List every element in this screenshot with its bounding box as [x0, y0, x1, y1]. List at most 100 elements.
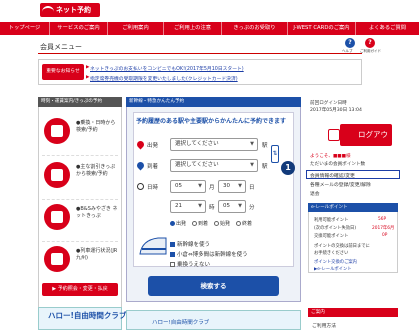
- user-greeting-sub: ただいまの会員ポイント数: [310, 162, 366, 167]
- important-notice-badge: 重要なお知らせ: [42, 64, 84, 80]
- nav-top[interactable]: トップページ: [0, 22, 50, 35]
- radio-icon: [214, 221, 219, 226]
- guide-icon[interactable]: ?: [365, 38, 375, 48]
- help-usage-link[interactable]: ご利用方法: [312, 322, 336, 329]
- user-greeting: ようこそ、■■■様: [310, 154, 351, 159]
- nav-card[interactable]: J-WEST CARDのご案内: [288, 22, 356, 35]
- club-banner-center-text: ハロー!自由時間クラブ: [152, 320, 210, 326]
- nav-services[interactable]: サービスのご案内: [50, 22, 108, 35]
- notice-link-deadline[interactable]: 指定席券売機の受取期限を変更いたしました(クレジットカード決済): [90, 75, 238, 82]
- minute-unit: 分: [249, 205, 255, 211]
- arrival-station-select[interactable]: 選択してください ▼: [170, 159, 258, 172]
- option-no-transfer[interactable]: 乗換うえない: [170, 260, 210, 268]
- option-label: 乗換うえない: [177, 262, 211, 268]
- left-menu-heading: 時刻・運賃案内/きっぷの予約: [38, 97, 122, 107]
- day-select[interactable]: 30 ▼: [218, 180, 246, 193]
- nav-ticket-pickup[interactable]: きっぷのお受取り: [222, 22, 288, 35]
- account-link-email[interactable]: 各種メールの登録/変更/解除: [310, 181, 371, 188]
- page-title: 会員メニュー: [40, 43, 82, 51]
- left-item-search[interactable]: ●乗換・日時から検索/予約: [42, 110, 118, 156]
- bus-icon: [44, 204, 70, 230]
- points-row-label: (次のポイント失効日): [314, 226, 357, 231]
- search-lead: 予約履歴のある駅や主要駅からかんたんに予約できます: [136, 118, 287, 125]
- last-login-time: 2017年05月30日 13:04: [310, 108, 362, 113]
- left-item-label: ●列車運行状況(JR九州): [76, 248, 118, 261]
- arrival-label: 到着: [147, 164, 159, 170]
- arrival-value: 選択してください: [175, 162, 219, 168]
- left-item-bus[interactable]: ●B&Sみやざき ネットきっぷ: [42, 196, 118, 242]
- points-row-label: 利用可能ポイント: [314, 218, 349, 223]
- left-item-label: ●主な割引きっぷから検索/予約: [76, 164, 116, 177]
- points-row-value: 0P: [382, 233, 388, 238]
- chevron-down-icon: ▼: [238, 203, 242, 209]
- train-icon: [44, 246, 70, 272]
- points-note: ポイントの交換は前日までに: [314, 244, 370, 249]
- discount-ticket-icon: [44, 162, 70, 188]
- departure-station-select[interactable]: 選択してください ▼: [170, 138, 258, 151]
- mode-radio-departure[interactable]: 出発: [170, 220, 186, 227]
- mode-label: 終着: [242, 221, 253, 227]
- notice-bullet-icon: ▶: [86, 75, 90, 80]
- mode-radio-last[interactable]: 終着: [236, 220, 252, 227]
- option-shinkansen[interactable]: 新幹線を使う: [170, 240, 210, 248]
- hour-select[interactable]: 21 ▼: [170, 200, 206, 213]
- step-marker-badge: 1: [281, 161, 295, 175]
- radio-icon: [236, 221, 241, 226]
- notice-link-convenience[interactable]: ネットきっぷのお支払いをコンビニでもOK!(2017年5月10日スタート): [90, 65, 244, 72]
- mode-label: 始発: [220, 221, 231, 227]
- mode-label: 到着: [198, 221, 209, 227]
- logout-icon: [328, 129, 340, 141]
- title-divider: [38, 53, 362, 54]
- chevron-down-icon: ▼: [250, 141, 254, 147]
- points-info-link[interactable]: ▶e-レールポイント: [314, 266, 352, 272]
- clock-icon: [137, 183, 144, 190]
- points-exchange-link[interactable]: ポイント交換のご案内: [314, 259, 357, 265]
- minute-value: 05: [223, 203, 230, 209]
- departure-value: 選択してください: [175, 141, 219, 147]
- search-button[interactable]: 検索する: [148, 276, 279, 296]
- chevron-down-icon: ▼: [250, 162, 254, 168]
- profile-link-highlight: [306, 170, 400, 179]
- mode-radio-arrival[interactable]: 到着: [192, 220, 208, 227]
- mode-radio-first[interactable]: 始発: [214, 220, 230, 227]
- day-value: 30: [223, 183, 230, 189]
- shinkansen-icon: [139, 237, 167, 255]
- train-ticket-icon: [44, 118, 70, 144]
- mode-label: 出発: [176, 221, 187, 227]
- checkbox-icon: [170, 252, 175, 257]
- option-label: 新幹線を使う: [177, 242, 211, 248]
- month-unit: 月: [209, 185, 215, 191]
- nav-faq[interactable]: よくあるご質問: [356, 22, 419, 35]
- chevron-down-icon: ▼: [238, 183, 242, 189]
- chevron-down-icon: ▼: [198, 203, 202, 209]
- guide-label[interactable]: ご利用ガイド: [360, 49, 381, 54]
- minute-select[interactable]: 05 ▼: [218, 200, 246, 213]
- radio-icon: [170, 221, 175, 226]
- checkbox-icon: [170, 262, 175, 267]
- checkbox-icon: [170, 242, 175, 247]
- month-value: 05: [175, 183, 182, 189]
- station-unit: 駅: [262, 164, 268, 170]
- account-link-withdraw[interactable]: 退会: [310, 190, 320, 197]
- left-item-discount[interactable]: ●主な割引きっぷから検索/予約: [42, 154, 118, 200]
- datetime-label: 日時: [147, 185, 159, 191]
- points-row-label: 交換可能ポイント: [314, 234, 349, 239]
- points-heading: e-レールポイント: [308, 203, 398, 212]
- left-item-status[interactable]: ●列車運行状況(JR九州): [42, 238, 118, 284]
- option-kokura-hakata[interactable]: 小倉⇔博多間は新幹線を使う: [170, 250, 248, 258]
- points-note: お手続きください: [314, 251, 349, 256]
- swap-stations-icon[interactable]: ⇅: [271, 145, 279, 163]
- nav-notes[interactable]: ご利用上の注意: [164, 22, 222, 35]
- logout-button[interactable]: ログアウト: [340, 124, 392, 161]
- month-select[interactable]: 05 ▼: [170, 180, 206, 193]
- nav-guide[interactable]: ご利用案内: [108, 22, 164, 35]
- hour-unit: 時: [209, 205, 215, 211]
- left-item-label: ●B&Sみやざき ネットきっぷ: [76, 206, 118, 219]
- chevron-down-icon: ▼: [198, 183, 202, 189]
- left-item-label: ●乗換・日時から検索/予約: [76, 120, 116, 133]
- station-unit: 駅: [262, 143, 268, 149]
- help-icon[interactable]: ?: [345, 38, 355, 48]
- last-login-label: 前回ログイン日時: [310, 101, 347, 106]
- radio-icon: [192, 221, 197, 226]
- reservation-inquiry-button[interactable]: ▶ 予約照会・変更・払戻: [42, 283, 118, 296]
